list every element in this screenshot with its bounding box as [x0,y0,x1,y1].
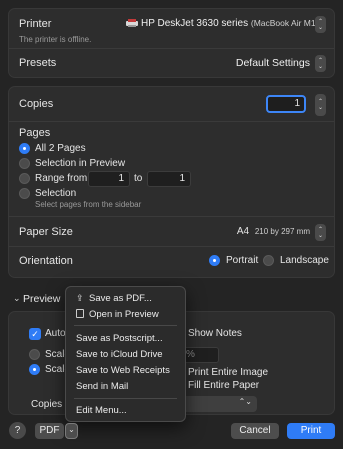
menu-open-in-preview[interactable]: Open in Preview [89,309,159,320]
divider [9,48,334,49]
copies-value: 1 [294,98,300,109]
printer-select[interactable]: HP DeskJet 3630 series (MacBook Air M1) [141,18,318,29]
preview-app-icon [76,309,84,318]
pages-all-radio[interactable] [19,143,30,154]
pages-selection-radio[interactable] [19,188,30,199]
printer-host: (MacBook Air M1) [250,18,319,28]
pdf-menu-toggle[interactable]: ⌄ [65,423,78,439]
preview-label[interactable]: Preview [23,293,60,305]
pages-range-label: Range from [35,173,88,184]
paper-size-label: Paper Size [19,226,73,238]
printer-popup-arrows-icon[interactable]: ⌃ ⌄ [315,16,326,33]
copies-label: Copies [19,98,54,110]
menu-edit-menu[interactable]: Edit Menu... [76,405,127,416]
menu-save-to-icloud[interactable]: Save to iCloud Drive [76,349,163,360]
orientation-portrait-label: Portrait [226,255,259,266]
menu-send-in-mail[interactable]: Send in Mail [76,381,128,392]
show-notes-label: Show Notes [188,328,242,339]
printer-name: HP DeskJet 3630 series [141,18,249,29]
copies-per-page-select[interactable]: ⌃⌄ [179,396,257,412]
pages-selection-preview-radio[interactable] [19,158,30,169]
menu-save-as-pdf[interactable]: Save as PDF... [89,293,152,304]
menu-save-as-postscript[interactable]: Save as Postscript... [76,333,163,344]
help-label: ? [14,425,21,436]
range-from-field[interactable]: 1 [88,171,130,187]
pages-selection-hint: Select pages from the sidebar [35,200,142,209]
menu-separator [74,325,177,326]
paper-size-popup-arrows-icon[interactable]: ⌃ ⌄ [315,224,326,241]
range-to-field[interactable]: 1 [147,171,191,187]
pdf-menu: ⇪ Save as PDF... Open in Preview Save as… [65,286,186,422]
divider [9,246,334,247]
copies-per-page-arrows-icon: ⌃⌄ [238,397,252,406]
presets-label: Presets [19,57,57,69]
print-entire-image-label: Print Entire Image [188,367,269,378]
pages-all-label: All 2 Pages [35,143,86,154]
divider [9,121,334,122]
orientation-portrait-radio[interactable] [209,255,220,266]
scale-percent-sign: % [186,349,195,360]
orientation-label: Orientation [19,255,73,267]
menu-save-to-web-receipts[interactable]: Save to Web Receipts [76,365,170,376]
copies-field[interactable]: 1 [266,95,306,113]
paper-size-dims: 210 by 297 mm [254,227,310,236]
settings-panel: Copies 1 ⌃ ⌄ Pages All 2 Pages Selection … [8,86,335,278]
menu-separator [74,398,177,399]
printer-icon [125,18,139,28]
pages-label: Pages [19,127,51,139]
pdf-button[interactable]: PDF [35,423,64,439]
auto-checkbox[interactable]: ✓ [29,328,41,340]
help-button[interactable]: ? [9,422,26,439]
presets-select[interactable]: Default Settings [236,57,310,69]
share-icon: ⇪ [76,293,84,303]
pages-range-radio[interactable] [19,173,30,184]
scale-to-fit-radio[interactable] [29,364,40,375]
paper-size-select[interactable]: A4 210 by 297 mm [237,226,310,237]
presets-popup-arrows-icon[interactable]: ⌃ ⌄ [315,55,326,72]
chevron-down-icon: ⌄ [68,425,75,434]
printer-status: The printer is offline. [19,35,92,44]
orientation-landscape-label: Landscape [280,255,329,266]
paper-size-value: A4 [236,226,250,237]
cancel-button[interactable]: Cancel [231,423,279,439]
orientation-landscape-radio[interactable] [263,255,274,266]
printer-label: Printer [19,18,52,30]
range-to-label: to [134,173,143,184]
pages-selection-preview-label: Selection in Preview [35,158,126,169]
fill-entire-paper-label: Fill Entire Paper [188,380,260,391]
preview-disclosure-chevron-icon[interactable]: ⌄ [13,293,21,304]
divider [9,216,334,217]
printer-panel: Printer HP DeskJet 3630 series (MacBook … [8,8,335,78]
copies-stepper[interactable]: ⌃ ⌄ [315,94,326,116]
print-button[interactable]: Print [287,423,335,439]
pages-selection-label: Selection [35,188,77,199]
scale-radio[interactable] [29,349,40,360]
auto-label: Auto [45,328,66,339]
